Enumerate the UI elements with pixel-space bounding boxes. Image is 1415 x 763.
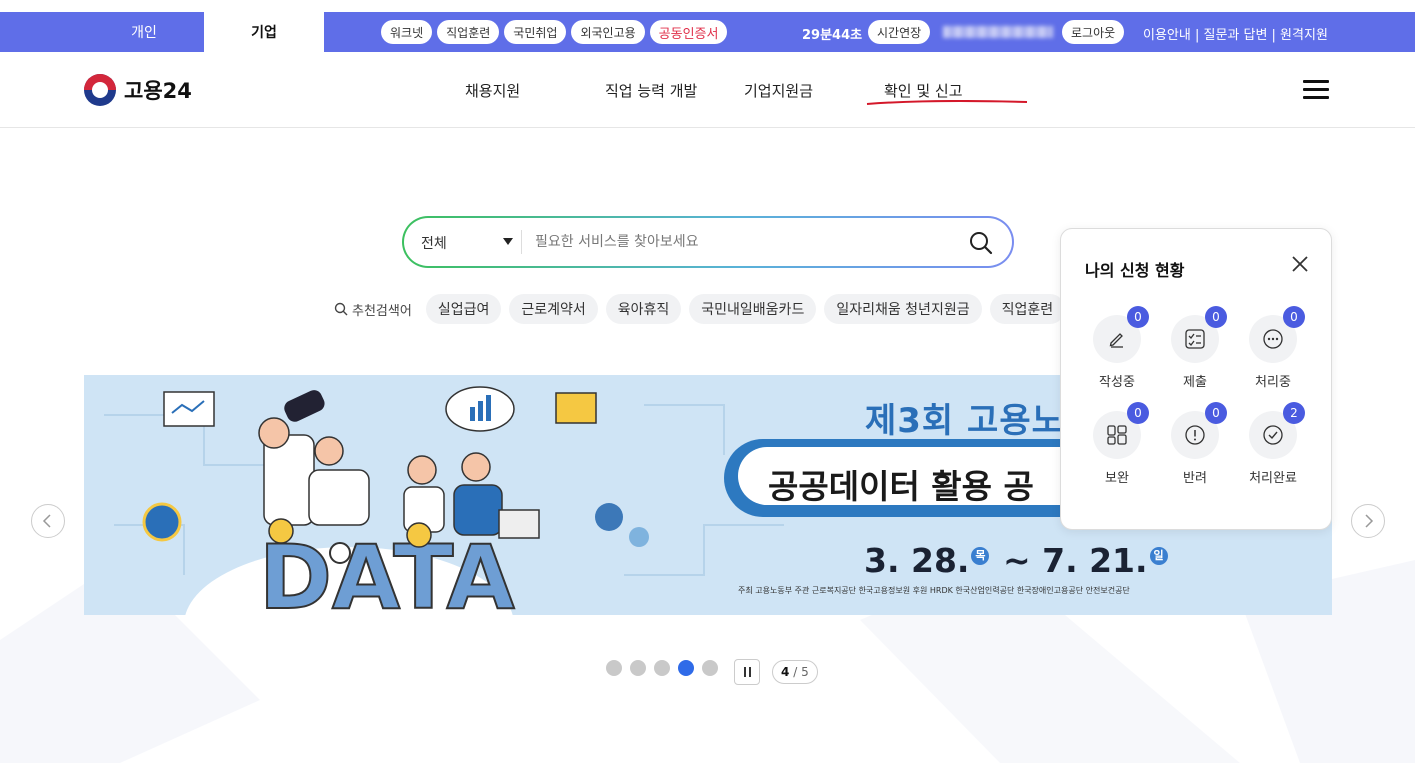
logo-text: 고용24 — [124, 79, 192, 103]
reco-chip[interactable]: 근로계약서 — [509, 294, 598, 324]
counter-separator: / — [793, 665, 798, 679]
status-panel-title: 나의 신청 현황 — [1085, 261, 1185, 280]
status-label: 반려 — [1183, 471, 1207, 486]
pause-icon-bar — [748, 667, 751, 677]
data-illustration-text: DATA — [259, 526, 515, 615]
help-links[interactable]: 이용안내 | 질문과 답변 | 원격지원 — [1143, 24, 1328, 43]
status-rejected[interactable]: 0 반려 — [1159, 402, 1231, 491]
status-count-badge: 0 — [1205, 306, 1227, 328]
nav-skills-development[interactable]: 직업 능력 개발 — [605, 80, 697, 101]
site-logo[interactable]: 고용24 — [84, 74, 192, 106]
status-count-badge: 2 — [1283, 402, 1305, 424]
search-small-icon — [334, 302, 348, 316]
pause-icon — [743, 667, 746, 677]
status-count-badge: 0 — [1127, 402, 1149, 424]
reco-label-text: 추천검색어 — [352, 303, 412, 319]
quick-link-training[interactable]: 직업훈련 — [437, 20, 500, 44]
status-count-badge: 0 — [1205, 402, 1227, 424]
status-count-badge: 0 — [1283, 306, 1305, 328]
nav-recruitment[interactable]: 채용지원 — [465, 80, 520, 101]
status-label: 보완 — [1105, 471, 1129, 486]
quick-link-worknet[interactable]: 워크넷 — [381, 20, 433, 44]
quick-links: 워크넷 직업훈련 국민취업 외국인고용 공동인증서 — [381, 20, 728, 44]
checklist-icon — [1185, 329, 1205, 349]
search-icon[interactable] — [968, 230, 994, 256]
exclamation-icon — [1185, 425, 1205, 445]
nav-corporate-subsidy[interactable]: 기업지원금 — [744, 80, 813, 101]
quick-link-foreign-hire[interactable]: 외국인고용 — [571, 20, 645, 44]
check-circle-icon — [1263, 425, 1283, 445]
counter-total: 5 — [801, 665, 809, 679]
tab-personal[interactable]: 개인 — [84, 12, 204, 52]
carousel-next-button[interactable] — [1351, 504, 1385, 538]
carousel-dot-2[interactable] — [630, 660, 646, 676]
ellipsis-icon — [1263, 329, 1283, 349]
banner-date: 3. 28. 목 ~ 7. 21. 일 — [864, 541, 1170, 580]
reco-chip[interactable]: 육아휴직 — [605, 294, 682, 324]
carousel-dot-1[interactable] — [606, 660, 622, 676]
status-label: 작성중 — [1099, 375, 1135, 390]
status-submitted[interactable]: 0 제출 — [1159, 306, 1231, 395]
search-box: 전체 — [402, 216, 1014, 268]
taegeuk-logo-icon — [84, 74, 116, 106]
day-end-badge: 일 — [1149, 547, 1168, 565]
search-category-select[interactable]: 전체 — [421, 233, 447, 253]
user-name-redacted — [943, 26, 1053, 38]
status-drafting[interactable]: 0 작성중 — [1081, 306, 1153, 395]
reco-chip[interactable]: 실업급여 — [425, 294, 502, 324]
banner-credits: 주최 고용노동부 주관 근로복지공단 한국고용정보원 후원 HRDK 한국산업인… — [738, 586, 1130, 595]
divider — [521, 230, 522, 254]
close-icon[interactable] — [1291, 255, 1309, 273]
carousel-dot-4[interactable] — [678, 660, 694, 676]
carousel-prev-button[interactable] — [31, 504, 65, 538]
site-header: 고용24 채용지원 직업 능력 개발 기업지원금 확인 및 신고 — [0, 52, 1415, 128]
session-timer: 29분44초 — [802, 28, 863, 43]
banner-subtitle: 공공데이터 활용 공 — [768, 467, 1034, 506]
quick-link-employment[interactable]: 국민취업 — [504, 20, 567, 44]
status-label: 처리중 — [1255, 375, 1291, 390]
hamburger-icon[interactable] — [1303, 80, 1329, 100]
reco-chip[interactable]: 국민내일배움카드 — [689, 294, 817, 324]
reco-chip[interactable]: 직업훈련 — [989, 294, 1066, 324]
status-label: 제출 — [1183, 375, 1207, 390]
pause-button[interactable] — [734, 659, 760, 685]
counter-current: 4 — [781, 665, 790, 679]
status-completed[interactable]: 2 처리완료 — [1237, 402, 1309, 491]
date-start: 3. 28. — [864, 541, 970, 580]
search-input[interactable] — [535, 228, 935, 256]
carousel-dot-3[interactable] — [654, 660, 670, 676]
red-annotation-underline — [866, 100, 1028, 105]
extend-session-button[interactable]: 시간연장 — [868, 20, 931, 44]
status-processing[interactable]: 0 처리중 — [1237, 306, 1309, 395]
reco-chip[interactable]: 일자리채움 청년지원금 — [824, 294, 982, 324]
date-separator: ~ — [1002, 541, 1031, 580]
chevron-left-icon — [42, 514, 51, 528]
nav-verification-report[interactable]: 확인 및 신고 — [884, 80, 963, 101]
quick-link-certificate[interactable]: 공동인증서 — [649, 20, 728, 44]
date-end: 7. 21. — [1042, 541, 1148, 580]
status-count-badge: 0 — [1127, 306, 1149, 328]
carousel-counter: 4 / 5 — [772, 660, 818, 684]
tab-corporate[interactable]: 기업 — [204, 12, 324, 52]
logout-button[interactable]: 로그아웃 — [1062, 20, 1125, 44]
carousel-dots — [606, 660, 718, 676]
day-start-badge: 목 — [971, 547, 990, 565]
utility-bar: 개인 기업 워크넷 직업훈련 국민취업 외국인고용 공동인증서 29분44초 시… — [0, 12, 1415, 52]
carousel-dot-5[interactable] — [702, 660, 718, 676]
application-status-panel: 나의 신청 현황 0 작성중 0 제출 0 처리중 0 보완 0 반려 2 처리… — [1060, 228, 1332, 530]
status-supplement[interactable]: 0 보완 — [1081, 402, 1153, 491]
chevron-right-icon — [1365, 514, 1374, 528]
reco-label: 추천검색어 — [334, 300, 412, 319]
recommended-keywords: 추천검색어 실업급여 근로계약서 육아휴직 국민내일배움카드 일자리채움 청년지… — [334, 294, 1074, 324]
pencil-icon — [1109, 333, 1123, 348]
caret-down-icon[interactable] — [503, 238, 513, 245]
grid-icon — [1107, 425, 1127, 445]
status-label: 처리완료 — [1249, 471, 1297, 486]
